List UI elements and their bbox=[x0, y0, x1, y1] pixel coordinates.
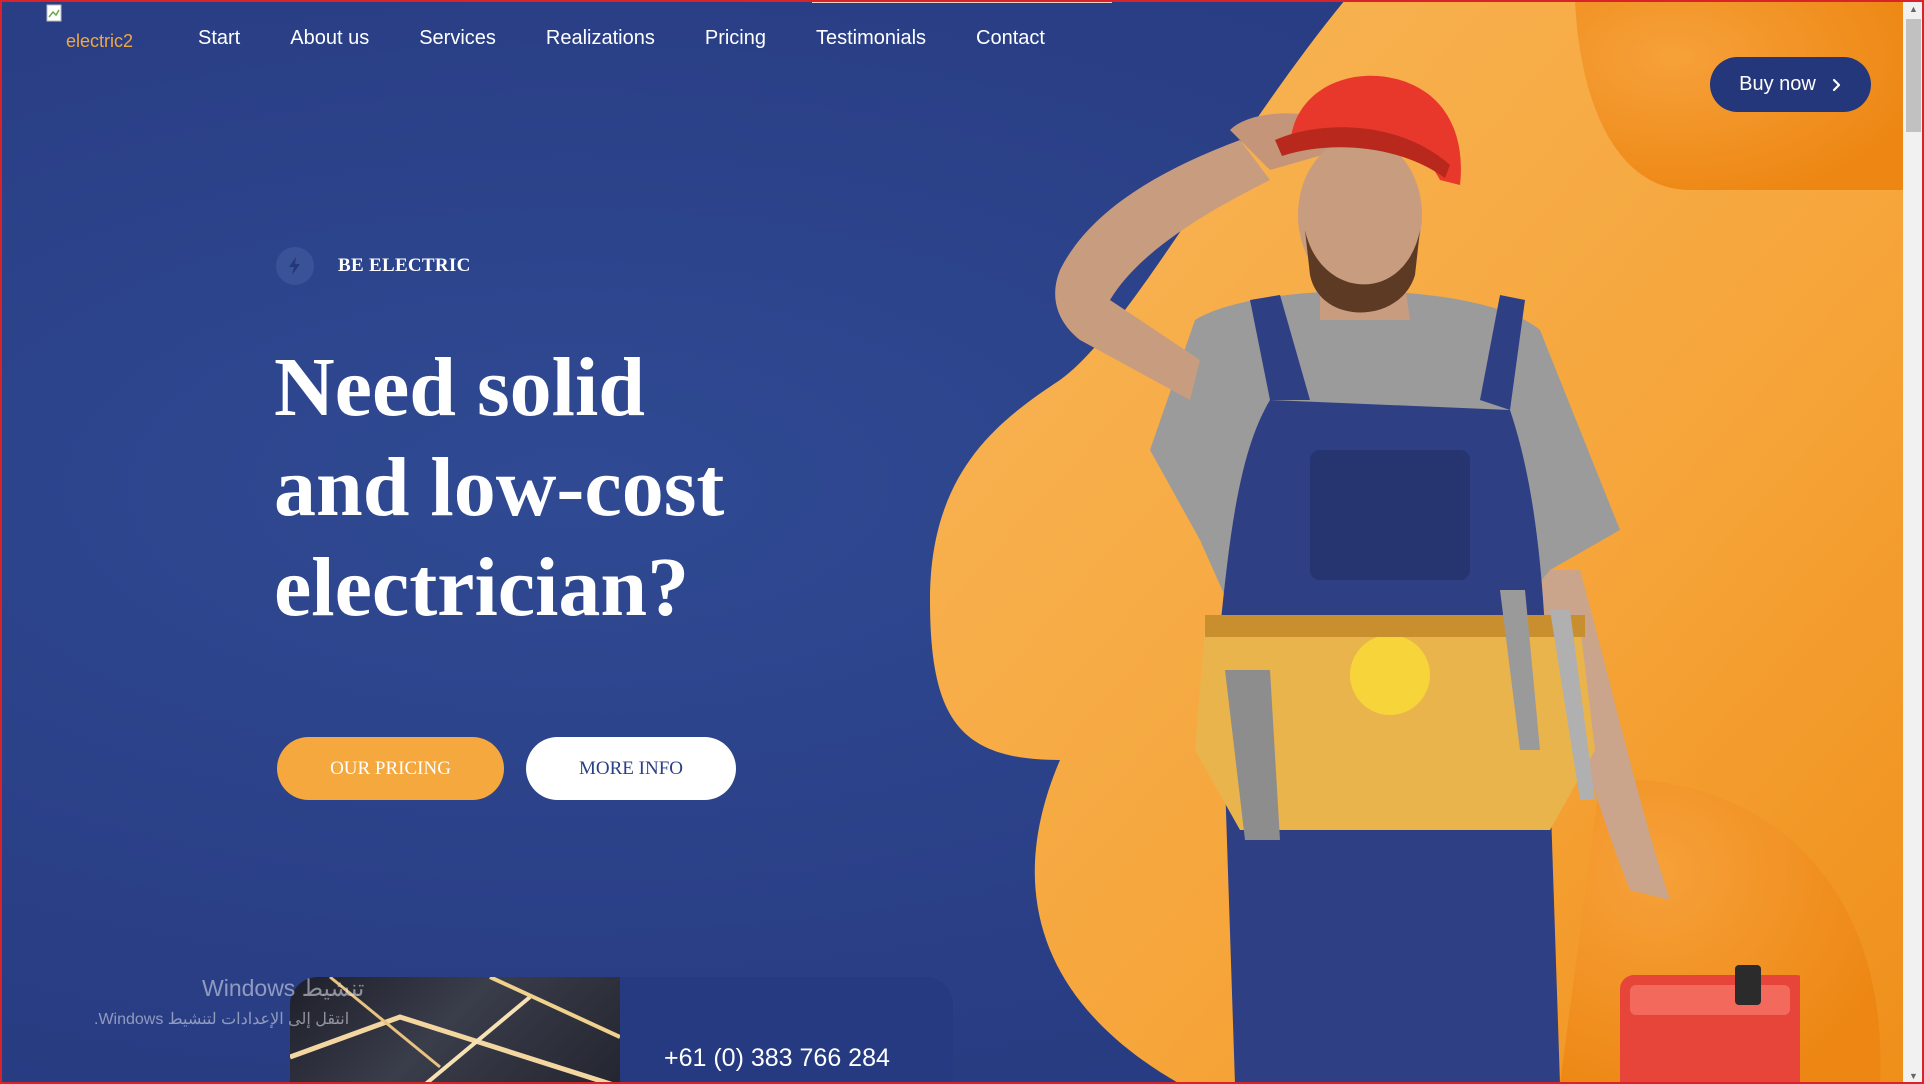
scrollbar-thumb[interactable] bbox=[1906, 19, 1921, 132]
our-pricing-button[interactable]: OUR PRICING bbox=[277, 737, 504, 800]
watermark-subtitle: انتقل إلى الإعدادات لتنشيط Windows. bbox=[94, 1011, 350, 1028]
badge-label: BE ELECTRIC bbox=[338, 255, 471, 276]
headline-line-2: and low-cost bbox=[274, 441, 725, 534]
nav-item-realizations[interactable]: Realizations bbox=[546, 27, 655, 50]
hero-badge: BE ELECTRIC bbox=[276, 247, 471, 285]
nav-item-contact[interactable]: Contact bbox=[976, 27, 1045, 50]
main-nav: Start About us Services Realizations Pri… bbox=[198, 27, 1095, 50]
hero-headline: Need solid and low-cost electrician? bbox=[274, 338, 834, 638]
nav-item-testimonials[interactable]: Testimonials bbox=[816, 27, 926, 50]
nav-item-services[interactable]: Services bbox=[419, 27, 496, 50]
vertical-scrollbar[interactable]: ▲ ▼ bbox=[1903, 0, 1924, 1084]
chevron-right-icon bbox=[1832, 78, 1840, 91]
top-active-indicator bbox=[812, 0, 1112, 3]
hero-section: electric2 Start About us Services Realiz… bbox=[0, 0, 1903, 1084]
headline-line-1: Need solid bbox=[274, 341, 646, 434]
contact-card: +61 (0) 383 766 284 bbox=[290, 977, 953, 1084]
lightning-bolt-icon bbox=[276, 247, 314, 285]
phone-number[interactable]: +61 (0) 383 766 284 bbox=[664, 1044, 890, 1073]
nav-item-start[interactable]: Start bbox=[198, 27, 240, 50]
more-info-button[interactable]: MORE INFO bbox=[526, 737, 736, 800]
logo-alt-text: electric2 bbox=[66, 31, 134, 51]
scroll-up-arrow-icon[interactable]: ▲ bbox=[1903, 0, 1924, 17]
scroll-down-arrow-icon[interactable]: ▼ bbox=[1903, 1067, 1924, 1084]
site-logo[interactable]: electric2 bbox=[46, 4, 156, 56]
nav-item-about-us[interactable]: About us bbox=[290, 27, 369, 50]
electrician-photo bbox=[1055, 75, 1800, 1084]
watermark-title: تنشيط Windows bbox=[202, 975, 365, 1001]
broken-image-icon bbox=[46, 4, 62, 22]
headline-line-3: electrician? bbox=[274, 541, 690, 634]
nav-item-pricing[interactable]: Pricing bbox=[705, 27, 766, 50]
